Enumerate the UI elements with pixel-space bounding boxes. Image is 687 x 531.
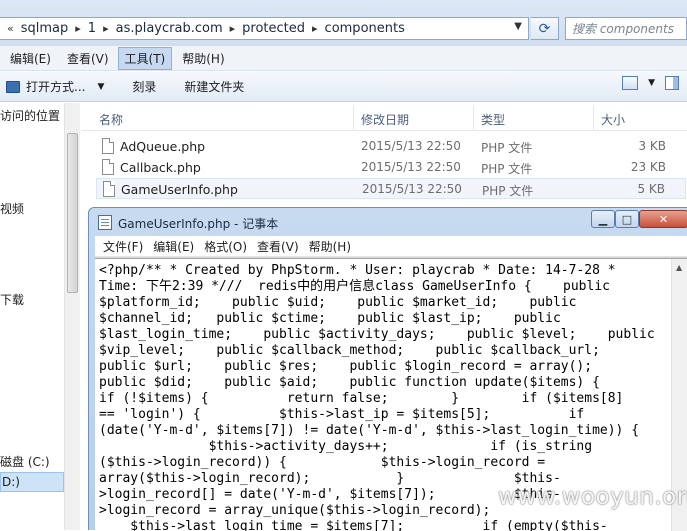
np-menu-format[interactable]: 格式(O) (204, 238, 247, 255)
nav-scrollbar[interactable] (64, 103, 80, 530)
nav-item-drive-d[interactable]: D:) (0, 472, 64, 492)
refresh-icon: ⟳ (538, 20, 551, 37)
column-type[interactable]: 类型 (481, 111, 505, 128)
nav-item-recent-places[interactable]: 访问的位置 (0, 107, 60, 124)
address-field[interactable]: « sqlmap ▸ 1 ▸ as.playcrab.com ▸ protect… (0, 17, 529, 40)
menu-bar: 编辑(E) 查看(V) 工具(T) 帮助(H) (0, 46, 687, 71)
file-date: 2015/5/13 22:50 (362, 182, 462, 196)
column-divider[interactable] (593, 105, 594, 131)
watermark: www.wooyun.org (498, 484, 687, 510)
notepad-title-bar[interactable]: GameUserInfo.php - 记事本 ▁ □ ✕ (89, 208, 687, 236)
file-row[interactable]: AdQueue.php 2015/5/13 22:50 PHP 文件 3 KB (96, 136, 686, 157)
nav-item-downloads[interactable]: 下载 (0, 291, 24, 308)
notepad-icon (98, 215, 112, 230)
menu-view[interactable]: 查看(V) (61, 48, 115, 69)
new-folder-label: 新建文件夹 (184, 80, 245, 94)
search-placeholder: 搜索 components (572, 22, 674, 36)
np-menu-view[interactable]: 查看(V) (257, 238, 299, 255)
chevron-right-icon[interactable]: ▸ (312, 22, 318, 35)
np-menu-edit[interactable]: 编辑(E) (153, 238, 194, 255)
php-file-icon (102, 138, 114, 154)
file-date: 2015/5/13 22:50 (361, 160, 461, 174)
maximize-button[interactable]: □ (615, 210, 639, 228)
minimize-icon: ▁ (598, 212, 608, 226)
burn-button[interactable]: 刻录 (126, 75, 162, 99)
open-with-icon (6, 80, 20, 93)
file-type: PHP 文件 (481, 141, 533, 155)
chevron-right-icon[interactable]: ▸ (75, 22, 81, 35)
new-folder-button[interactable]: 新建文件夹 (178, 75, 250, 99)
address-bar-area: « sqlmap ▸ 1 ▸ as.playcrab.com ▸ protect… (0, 0, 687, 46)
scroll-up-icon[interactable]: ▲ (676, 263, 682, 272)
breadcrumb-protected[interactable]: protected (242, 21, 305, 36)
breadcrumb-1[interactable]: 1 (88, 21, 96, 36)
command-bar: 打开方式... ▼ 刻录 新建文件夹 ▼ (0, 72, 687, 102)
file-size: 3 KB (638, 139, 666, 153)
column-date[interactable]: 修改日期 (361, 111, 409, 128)
file-size: 23 KB (630, 160, 666, 174)
file-row-selected[interactable]: GameUserInfo.php 2015/5/13 22:50 PHP 文件 … (96, 178, 686, 199)
notepad-menu-bar: 文件(F) 编辑(E) 格式(O) 查看(V) 帮助(H) (95, 236, 687, 257)
breadcrumb-sqlmap[interactable]: sqlmap (21, 21, 69, 36)
navigation-pane: 访问的位置 视频 下载 磁盘 (C:) D:) (0, 103, 80, 530)
menu-tools[interactable]: 工具(T) (117, 46, 173, 70)
change-view-icon[interactable] (622, 76, 639, 90)
notepad-title: GameUserInfo.php - 记事本 (118, 217, 279, 231)
column-name[interactable]: 名称 (99, 111, 123, 128)
preview-pane-icon[interactable] (665, 76, 679, 90)
nav-item-drive-c[interactable]: 磁盘 (C:) (0, 453, 50, 470)
chevron-left-icon[interactable]: « (7, 22, 14, 35)
chevron-down-icon[interactable]: ▼ (648, 78, 655, 88)
open-with-button[interactable]: 打开方式... ▼ (0, 75, 110, 99)
burn-label: 刻录 (132, 80, 157, 94)
file-row[interactable]: Callback.php 2015/5/13 22:50 PHP 文件 23 K… (96, 157, 686, 178)
chevron-right-icon[interactable]: ▸ (103, 22, 109, 35)
column-divider[interactable] (353, 105, 354, 131)
file-type: PHP 文件 (481, 162, 533, 176)
menu-edit[interactable]: 编辑(E) (4, 48, 57, 69)
file-date: 2015/5/13 22:50 (361, 139, 461, 153)
file-name: GameUserInfo.php (121, 182, 238, 197)
column-header-row: 名称 修改日期 类型 大小 (81, 105, 687, 131)
column-size[interactable]: 大小 (601, 111, 625, 128)
column-divider[interactable] (473, 105, 474, 131)
chevron-right-icon[interactable]: ▸ (230, 22, 236, 35)
chevron-down-icon[interactable]: ▼ (514, 21, 522, 32)
refresh-button[interactable]: ⟳ (531, 17, 559, 40)
menu-help[interactable]: 帮助(H) (176, 48, 230, 69)
close-icon: ✕ (658, 212, 669, 226)
search-input[interactable]: 搜索 components (565, 17, 687, 40)
maximize-icon: □ (621, 212, 633, 226)
np-menu-file[interactable]: 文件(F) (103, 238, 143, 255)
breadcrumb-domain[interactable]: as.playcrab.com (116, 21, 223, 36)
php-file-icon (102, 159, 114, 175)
close-button[interactable]: ✕ (639, 210, 687, 228)
file-name: Callback.php (120, 160, 201, 175)
file-name: AdQueue.php (120, 139, 206, 154)
chevron-down-icon[interactable]: ▼ (97, 82, 104, 92)
notepad-window: GameUserInfo.php - 记事本 ▁ □ ✕ 文件(F) 编辑(E)… (88, 207, 687, 531)
open-with-label: 打开方式... (26, 80, 86, 94)
php-file-icon (103, 181, 115, 197)
np-menu-help[interactable]: 帮助(H) (309, 238, 351, 255)
nav-item-videos[interactable]: 视频 (0, 200, 24, 217)
breadcrumb-components[interactable]: components (325, 21, 405, 36)
file-size: 5 KB (637, 182, 665, 196)
file-type: PHP 文件 (482, 184, 534, 198)
nav-scroll-thumb[interactable] (67, 133, 78, 293)
minimize-button[interactable]: ▁ (591, 210, 615, 228)
